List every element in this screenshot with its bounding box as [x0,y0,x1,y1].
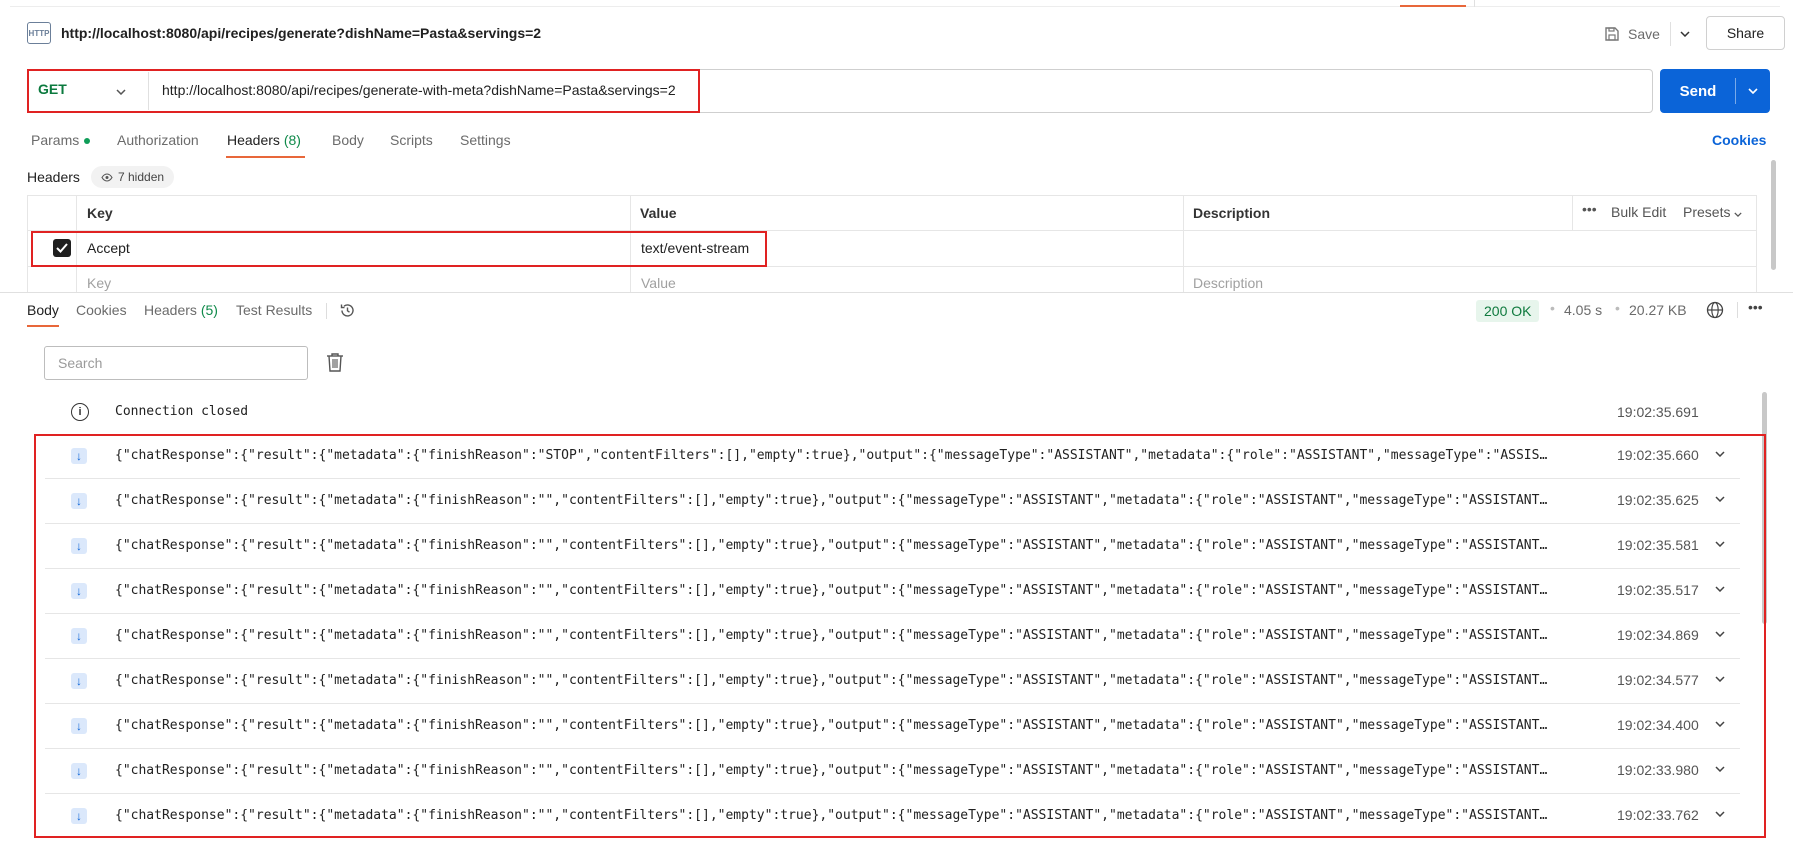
column-header-value: Value [640,205,677,221]
response-tab-test-results[interactable]: Test Results [236,302,312,318]
cookies-link[interactable]: Cookies [1712,132,1766,148]
column-header-description: Description [1193,205,1271,221]
tab-separator [1474,0,1475,7]
request-title[interactable]: http://localhost:8080/api/recipes/genera… [61,25,541,41]
response-tab-underline [27,325,59,327]
save-icon [1605,27,1619,41]
eye-icon [101,172,113,182]
new-header-value-input[interactable]: Value [641,275,676,291]
tab-headers-count: (8) [283,132,301,148]
response-more-icon[interactable]: ••• [1748,299,1763,315]
chevron-down-icon [1679,31,1690,37]
status-badge[interactable]: 200 OK [1476,300,1540,322]
response-search-input[interactable] [44,346,308,380]
send-button[interactable]: Send [1661,69,1735,113]
connection-status-text: Connection closed [115,404,249,419]
chevron-down-icon [1734,212,1742,217]
save-label: Save [1628,26,1660,42]
hidden-headers-toggle[interactable]: 7 hidden [91,166,175,188]
table-left-border [27,195,28,292]
info-icon: i [71,403,89,421]
tab-body[interactable]: Body [332,132,364,148]
new-header-key-input[interactable]: Key [87,275,111,291]
connection-timestamp: 19:02:35.691 [1617,404,1699,420]
globe-icon[interactable] [1706,301,1724,322]
http-request-icon: HTTP [27,22,51,44]
tab-headers[interactable]: Headers (8) [227,132,301,148]
response-tab-headers-count: (5) [200,302,218,318]
meta-separator-dot: • [1550,300,1555,316]
tab-divider [326,303,327,319]
presets-label: Presets [1683,204,1731,220]
share-button[interactable]: Share [1706,16,1785,50]
table-col-divider [1572,195,1573,230]
tab-headers-label: Headers [227,132,280,148]
bulk-edit-button[interactable]: Bulk Edit [1611,204,1666,220]
tab-scripts[interactable]: Scripts [390,132,433,148]
hidden-headers-count: 7 hidden [118,170,165,184]
top-tab-strip [10,0,1780,7]
events-highlight-box [34,434,1766,838]
active-tab-underline [226,156,305,158]
response-size[interactable]: 20.27 KB [1629,302,1687,318]
trash-icon[interactable] [326,352,344,372]
table-col-divider [1183,195,1184,292]
response-tab-cookies[interactable]: Cookies [76,302,127,318]
save-button[interactable]: Save [1604,22,1660,46]
params-active-dot [84,138,91,145]
response-tab-headers-label: Headers [144,302,197,318]
send-options-button[interactable] [1736,69,1770,113]
active-tab-indicator [1400,5,1466,7]
response-panel-divider[interactable] [0,292,1793,293]
headers-section-label: Headers [27,169,80,185]
tab-settings[interactable]: Settings [460,132,511,148]
column-header-key: Key [87,205,113,221]
request-scrollbar[interactable] [1771,160,1776,270]
meta-divider [1737,302,1738,318]
response-tab-headers[interactable]: Headers (5) [144,302,218,318]
meta-separator-dot: • [1615,300,1620,316]
response-tab-body[interactable]: Body [27,302,59,318]
table-top-border [27,195,1756,196]
history-icon[interactable] [339,302,356,322]
header-row-highlight-box [31,231,767,267]
presets-dropdown[interactable]: Presets [1683,204,1742,220]
new-header-description-input[interactable]: Description [1193,275,1263,291]
tab-params-label: Params [31,132,80,148]
tab-authorization[interactable]: Authorization [117,132,199,148]
save-options-button[interactable] [1670,22,1698,46]
more-options-icon[interactable]: ••• [1582,201,1597,217]
tab-params[interactable]: Params [31,132,91,148]
table-right-border [1756,195,1757,292]
chevron-down-icon [1748,88,1758,94]
url-highlight-box [27,69,700,113]
response-time[interactable]: 4.05 s [1564,302,1602,318]
